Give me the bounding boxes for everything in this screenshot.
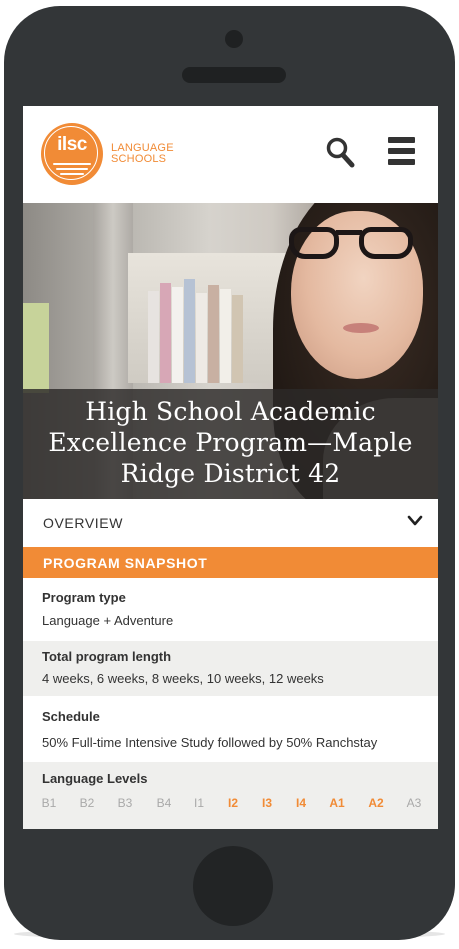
chevron-down-icon <box>407 515 423 526</box>
logo-line-2: SCHOOLS <box>111 153 167 165</box>
level-i1: I1 <box>193 796 204 810</box>
level-b2: B2 <box>79 796 95 810</box>
front-camera <box>225 30 243 48</box>
page-title: High School Academic Excellence Program—… <box>48 397 413 488</box>
info-value: 50% Full-time Intensive Study followed b… <box>42 735 378 750</box>
level-a2: A2 <box>368 796 384 810</box>
info-label: Schedule <box>42 709 100 724</box>
search-icon <box>326 137 355 168</box>
logo-wave-icon <box>53 163 91 165</box>
info-label: Total program length <box>42 649 172 664</box>
overview-label: OVERVIEW <box>43 515 124 531</box>
bookshelf-image <box>148 263 268 383</box>
info-value: Language + Adventure <box>42 613 174 628</box>
level-b3: B3 <box>117 796 133 810</box>
phone-screen: ilsc LANGUAGE SCHOOLS High School Academ… <box>23 106 438 829</box>
info-label: Program type <box>42 590 126 605</box>
info-label: Language Levels <box>42 771 148 786</box>
level-i4: I4 <box>295 796 306 810</box>
logo-wave-icon <box>60 173 84 175</box>
level-i2: I2 <box>227 796 238 810</box>
earpiece-speaker <box>182 67 286 83</box>
logo-wave-icon <box>56 168 88 170</box>
level-b4: B4 <box>156 796 172 810</box>
level-a3: A3 <box>406 796 422 810</box>
info-value: 4 weeks, 6 weeks, 8 weeks, 10 weeks, 12 … <box>42 671 324 686</box>
search-button[interactable] <box>325 136 355 168</box>
glasses-icon <box>289 227 339 259</box>
info-row-program-type: Program type Language + Adventure <box>23 578 438 641</box>
info-row-program-length: Total program length 4 weeks, 6 weeks, 8… <box>23 641 438 696</box>
menu-button[interactable] <box>388 137 416 167</box>
info-row-schedule: Schedule 50% Full-time Intensive Study f… <box>23 696 438 762</box>
home-button[interactable] <box>193 846 273 926</box>
level-a1: A1 <box>329 796 345 810</box>
logo-badge: ilsc <box>41 123 103 185</box>
level-i3: I3 <box>261 796 272 810</box>
program-snapshot-header: PROGRAM SNAPSHOT <box>23 547 438 578</box>
language-levels-list: B1 B2 B3 B4 I1 I2 I3 I4 A1 A2 A3 <box>23 796 438 829</box>
program-snapshot-title: PROGRAM SNAPSHOT <box>43 555 208 571</box>
level-b1: B1 <box>41 796 57 810</box>
overview-accordion-toggle[interactable]: OVERVIEW <box>23 499 438 547</box>
hero-banner: High School Academic Excellence Program—… <box>23 203 438 499</box>
logo-mark-text: ilsc <box>57 134 87 155</box>
top-navigation-bar: ilsc LANGUAGE SCHOOLS <box>23 106 438 203</box>
